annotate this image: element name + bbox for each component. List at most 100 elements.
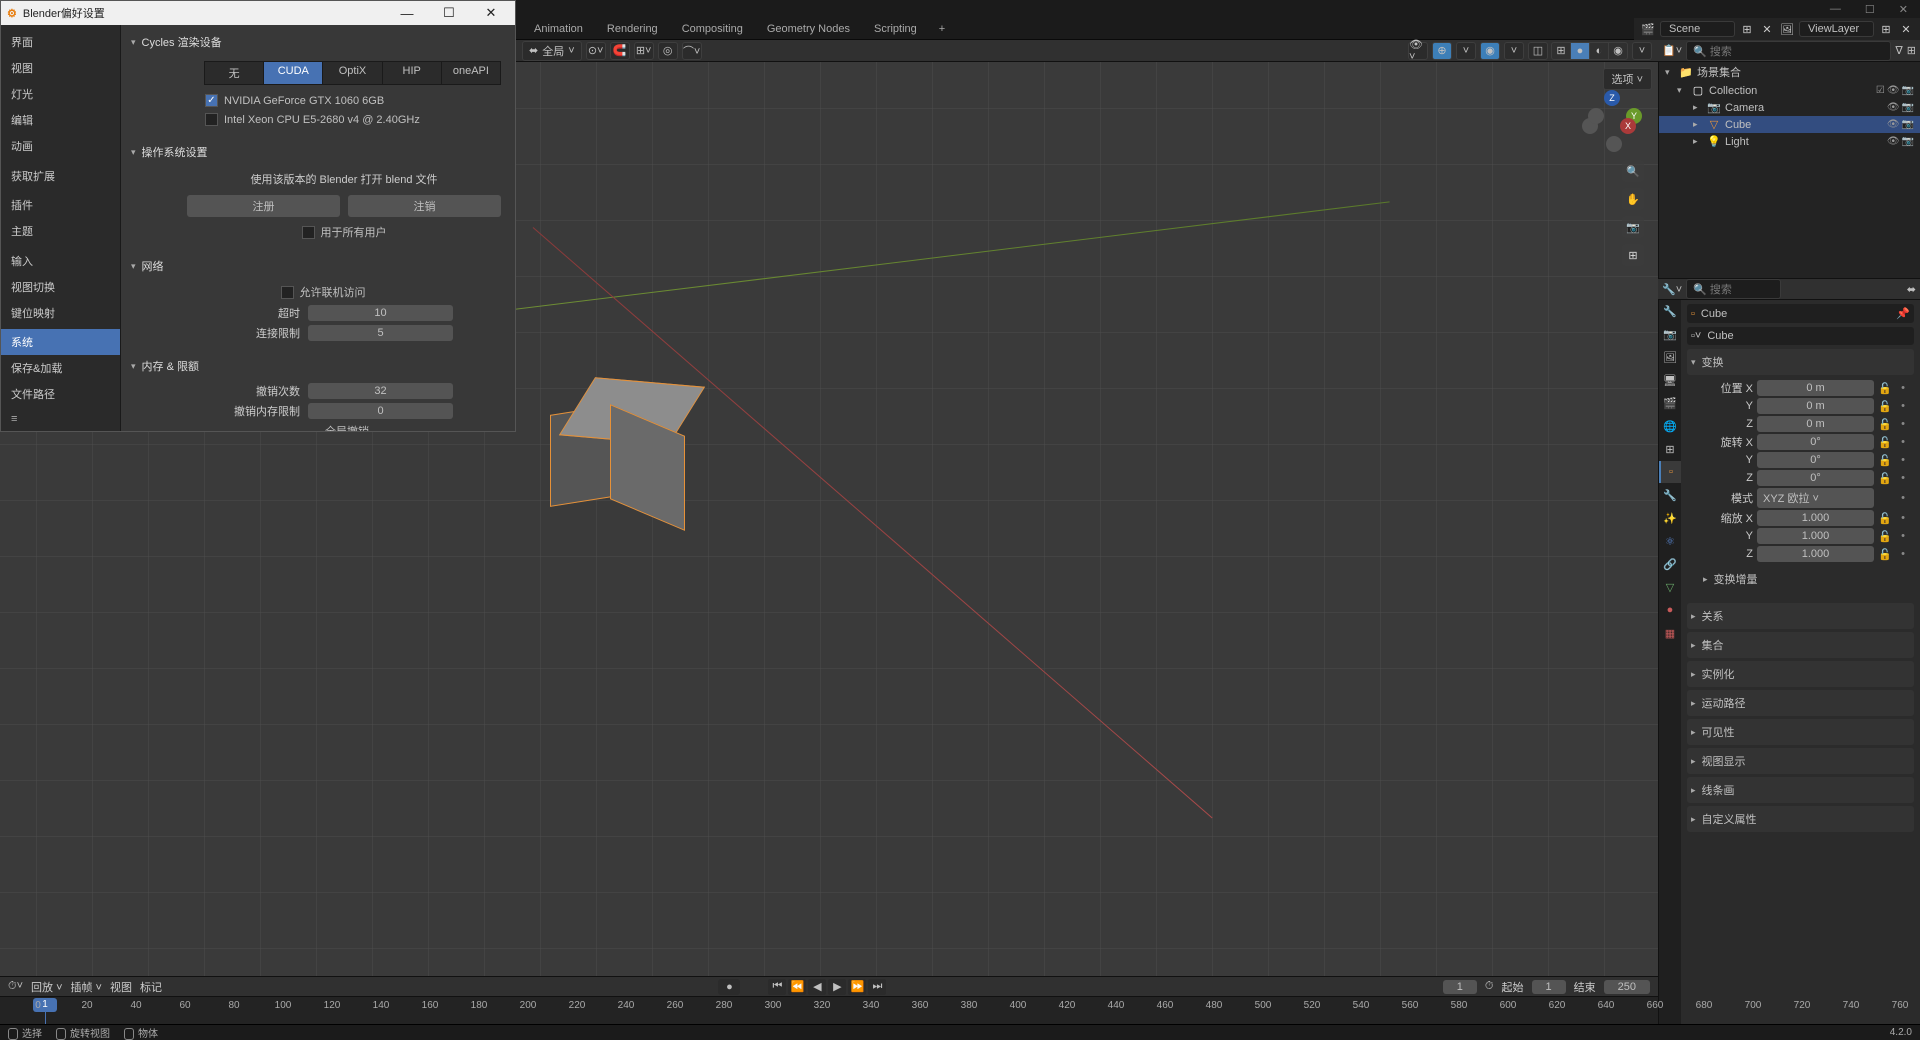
next-keyframe-icon[interactable]: ⏩ <box>848 979 866 995</box>
current-frame-field[interactable]: 1 <box>1443 980 1477 994</box>
rotation-mode-dropdown[interactable]: XYZ 欧拉 ˅ <box>1757 488 1874 508</box>
unregister-button[interactable]: 注销 <box>348 195 501 217</box>
maximize-icon[interactable]: ☐ <box>1865 3 1875 16</box>
property-panel-header[interactable]: ▸集合 <box>1687 632 1914 658</box>
location-z-field[interactable]: 0 m <box>1757 416 1874 432</box>
compute-device-tab[interactable]: HIP <box>382 61 442 85</box>
prefs-sidebar-item[interactable]: 输入 <box>1 248 120 274</box>
lock-icon[interactable]: 🔓 <box>1878 436 1892 449</box>
new-collection-icon[interactable]: ⊞ <box>1907 44 1916 57</box>
prefs-sidebar-item[interactable]: 获取扩展 <box>1 163 120 189</box>
play-icon[interactable]: ▶ <box>828 979 846 995</box>
disable-render-icon[interactable]: 📷 <box>1902 119 1914 130</box>
undo-steps-field[interactable]: 32 <box>308 383 453 399</box>
device-checkbox[interactable] <box>205 94 218 107</box>
perspective-icon[interactable]: ⊞ <box>1622 244 1644 266</box>
tab-scene[interactable]: 🎬 <box>1659 392 1681 414</box>
property-panel-header[interactable]: ▸可见性 <box>1687 719 1914 745</box>
rotation-z-field[interactable]: 0° <box>1757 470 1874 486</box>
proportional-dropdown[interactable]: ⌒˅ <box>682 42 702 60</box>
lock-icon[interactable]: 🔓 <box>1878 382 1892 395</box>
location-x-field[interactable]: 0 m <box>1757 380 1874 396</box>
prefs-sidebar-item[interactable]: 界面 <box>1 29 120 55</box>
gizmo-dropdown[interactable]: ˅ <box>1456 42 1476 60</box>
start-frame-field[interactable]: 1 <box>1532 980 1566 994</box>
prefs-minimize-icon[interactable]: — <box>389 6 425 21</box>
viewport-options-dropdown[interactable]: 选项 ˅ <box>1603 68 1652 90</box>
location-y-field[interactable]: 0 m <box>1757 398 1874 414</box>
outliner-item[interactable]: ▸💡Light👁 📷 <box>1659 133 1920 150</box>
cycles-devices-panel-header[interactable]: ▾ Cycles 渲染设备 <box>127 31 505 53</box>
prefs-sidebar-item[interactable]: 保存&加载 <box>1 355 120 381</box>
rotation-y-field[interactable]: 0° <box>1757 452 1874 468</box>
prefs-sidebar-item[interactable]: 视图切换 <box>1 274 120 300</box>
pivot-dropdown[interactable]: ⊙˅ <box>586 42 606 60</box>
tab-constraints[interactable]: 🔗 <box>1659 553 1681 575</box>
compute-device-tab[interactable]: CUDA <box>263 61 323 85</box>
zoom-icon[interactable]: 🔍 <box>1622 160 1644 182</box>
close-icon[interactable]: ✕ <box>1899 3 1908 16</box>
snap-dropdown[interactable]: ⊞˅ <box>634 42 654 60</box>
snap-toggle[interactable]: 🧲 <box>610 42 630 60</box>
gizmo-x-axis[interactable]: X <box>1620 118 1636 134</box>
lock-icon[interactable]: 🔓 <box>1878 472 1892 485</box>
minimize-icon[interactable]: — <box>1830 3 1841 15</box>
filter-icon[interactable]: ∇ <box>1895 44 1902 57</box>
timeout-field[interactable]: 10 <box>308 305 453 321</box>
property-panel-header[interactable]: ▸实例化 <box>1687 661 1914 687</box>
hide-icon[interactable]: 👁 <box>1887 119 1900 130</box>
add-workspace-icon[interactable]: + <box>931 21 953 37</box>
scene-new-icon[interactable]: ⊞ <box>1739 21 1755 37</box>
proportional-toggle[interactable]: ◎ <box>658 42 678 60</box>
prefs-sidebar-item[interactable]: 文件路径 <box>1 381 120 407</box>
gizmo-toggle[interactable]: ⊕ <box>1432 42 1452 60</box>
keying-menu[interactable]: 插帧 ˅ <box>71 979 102 995</box>
global-undo-checkbox[interactable] <box>308 425 321 432</box>
hamburger-icon[interactable]: ≡ <box>1 407 120 431</box>
collection-exclude-checkbox[interactable]: ☑ <box>1876 85 1885 96</box>
tab-animation[interactable]: Animation <box>524 20 593 38</box>
xray-toggle[interactable]: ◫ <box>1528 42 1548 60</box>
gizmo-z-axis[interactable]: Z <box>1604 90 1620 106</box>
gizmo-neg-z[interactable] <box>1606 136 1622 152</box>
visibility-dropdown[interactable]: 👁˅ <box>1408 42 1428 60</box>
overlay-dropdown[interactable]: ˅ <box>1504 42 1524 60</box>
disable-render-icon[interactable]: 📷 <box>1902 102 1914 113</box>
pin-icon[interactable]: 📌 <box>1896 307 1910 320</box>
properties-search[interactable]: 🔍 搜索 <box>1686 279 1781 299</box>
prefs-maximize-icon[interactable]: ☐ <box>431 5 467 21</box>
outliner-search[interactable]: 🔍 搜索 <box>1686 41 1891 61</box>
preferences-titlebar[interactable]: ⚙ Blender偏好设置 — ☐ ✕ <box>1 1 515 25</box>
disable-render-icon[interactable]: 📷 <box>1902 136 1914 147</box>
property-panel-header[interactable]: ▸运动路径 <box>1687 690 1914 716</box>
shading-wireframe[interactable]: ⊞ <box>1551 42 1571 60</box>
tab-world[interactable]: 🌐 <box>1659 415 1681 437</box>
prefs-sidebar-item[interactable]: 编辑 <box>1 107 120 133</box>
prefs-sidebar-item[interactable]: 主题 <box>1 218 120 244</box>
play-reverse-icon[interactable]: ◀ <box>808 979 826 995</box>
property-panel-header[interactable]: ▸视图显示 <box>1687 748 1914 774</box>
tab-texture[interactable]: ▦ <box>1659 622 1681 644</box>
tab-compositing[interactable]: Compositing <box>672 20 753 38</box>
undo-mem-field[interactable]: 0 <box>308 403 453 419</box>
device-checkbox[interactable] <box>205 113 218 126</box>
tab-data[interactable]: ▽ <box>1659 576 1681 598</box>
delta-transform-header[interactable]: ▸变换增量 <box>1699 566 1910 592</box>
compute-device-tab[interactable]: OptiX <box>322 61 382 85</box>
view-menu[interactable]: 视图 <box>110 979 132 995</box>
lock-icon[interactable]: 🔓 <box>1878 512 1892 525</box>
editor-type-icon[interactable]: 🔧˅ <box>1662 283 1682 296</box>
editor-type-icon[interactable]: 📋˅ <box>1662 44 1682 57</box>
viewlayer-name[interactable]: ViewLayer <box>1799 21 1874 37</box>
lock-icon[interactable]: 🔓 <box>1878 548 1892 561</box>
scene-delete-icon[interactable]: ✕ <box>1759 21 1775 37</box>
overlay-toggle[interactable]: ◉ <box>1480 42 1500 60</box>
end-frame-field[interactable]: 250 <box>1604 980 1650 994</box>
lock-icon[interactable]: 🔓 <box>1878 530 1892 543</box>
camera-view-icon[interactable]: 📷 <box>1622 216 1644 238</box>
tab-modifiers[interactable]: 🔧 <box>1659 484 1681 506</box>
shading-dropdown[interactable]: ˅ <box>1632 42 1652 60</box>
tab-material[interactable]: ● <box>1659 599 1681 621</box>
disable-render-icon[interactable]: 📷 <box>1902 85 1914 96</box>
conn-limit-field[interactable]: 5 <box>308 325 453 341</box>
